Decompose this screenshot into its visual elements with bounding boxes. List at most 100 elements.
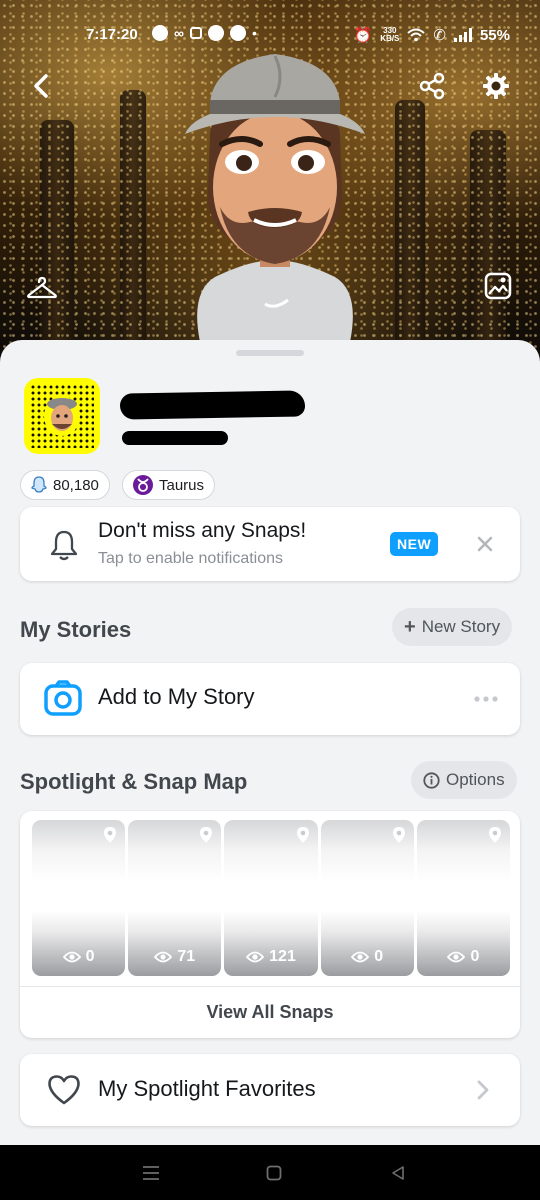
wifi-calling-icon: ✆ bbox=[433, 27, 446, 44]
map-pin-icon bbox=[392, 827, 405, 843]
options-label: Options bbox=[446, 770, 505, 789]
spotlight-options-button[interactable]: Options bbox=[411, 761, 517, 799]
bitmoji-avatar-image bbox=[185, 54, 365, 342]
display-name-redacted bbox=[119, 390, 306, 420]
profile-header: 7:17:20 ∞ • ⏰ 330 KB/S ✆ 55% bbox=[0, 0, 540, 370]
link-icon: ∞ bbox=[174, 25, 184, 41]
spotlight-snap-tile[interactable]: 0 bbox=[416, 820, 511, 976]
snapcode-avatar-icon bbox=[47, 398, 77, 431]
snap-views: 0 bbox=[321, 948, 414, 966]
map-pin-icon bbox=[489, 827, 502, 843]
map-pin-icon bbox=[104, 827, 117, 843]
sheet-grabber[interactable] bbox=[236, 350, 304, 356]
spotlight-snap-tile[interactable]: 0 bbox=[320, 820, 414, 976]
back-button[interactable] bbox=[22, 66, 62, 106]
more-horizontal-icon bbox=[474, 696, 498, 702]
eye-icon bbox=[351, 951, 370, 963]
home-button[interactable] bbox=[260, 1159, 288, 1187]
dismiss-notification-button[interactable] bbox=[472, 531, 498, 557]
spotlight-snap-tile[interactable]: 0 bbox=[32, 820, 126, 976]
status-time: 7:17:20 bbox=[86, 26, 138, 43]
share-profile-button[interactable] bbox=[412, 66, 452, 106]
home-square-icon bbox=[266, 1165, 282, 1181]
recents-button[interactable] bbox=[138, 1161, 164, 1185]
snap-view-count: 121 bbox=[269, 948, 296, 965]
snap-views: 0 bbox=[32, 948, 125, 966]
wifi-icon bbox=[407, 28, 426, 42]
map-pin-icon bbox=[296, 827, 309, 843]
username-redacted bbox=[122, 431, 228, 445]
status-notification-icons: ∞ • bbox=[152, 25, 257, 41]
chevron-right-icon bbox=[477, 1080, 489, 1100]
story-more-button[interactable] bbox=[468, 687, 504, 711]
bitmoji-avatar[interactable] bbox=[180, 42, 370, 342]
spotlight-heading: Spotlight & Snap Map bbox=[20, 769, 248, 794]
eye-icon bbox=[62, 951, 81, 963]
change-background-button[interactable] bbox=[478, 266, 518, 306]
system-navigation-bar bbox=[0, 1145, 540, 1200]
snap-views: 0 bbox=[417, 948, 510, 966]
more-notifications-icon: • bbox=[251, 25, 257, 41]
enable-notifications-card[interactable]: Don't miss any Snaps! Tap to enable noti… bbox=[20, 507, 520, 581]
snap-views: 121 bbox=[224, 948, 317, 966]
notification-subtitle: Tap to enable notifications bbox=[98, 550, 284, 567]
app-notification-icon bbox=[229, 25, 246, 41]
spotlight-snaps-row: 0 71 121 0 0 bbox=[32, 820, 511, 976]
back-nav-button[interactable] bbox=[384, 1159, 412, 1187]
zodiac-chip[interactable]: Taurus bbox=[122, 470, 216, 500]
view-all-snaps-button[interactable]: View All Snaps bbox=[20, 986, 520, 1038]
info-icon bbox=[423, 771, 440, 789]
snap-score-value: 80,180 bbox=[53, 476, 99, 494]
spotlight-snaps-card: 0 71 121 0 0 View All Snaps bbox=[20, 811, 520, 1038]
snap-views: 71 bbox=[128, 948, 221, 966]
chevron-left-icon bbox=[34, 74, 48, 98]
network-speed: 330 KB/S bbox=[380, 27, 399, 43]
share-icon bbox=[419, 72, 445, 100]
back-triangle-icon bbox=[392, 1166, 404, 1180]
settings-button[interactable] bbox=[476, 66, 516, 106]
close-icon bbox=[477, 536, 493, 552]
snap-score-ghost-icon bbox=[31, 476, 47, 493]
new-story-button[interactable]: + New Story bbox=[392, 608, 513, 646]
new-badge: NEW bbox=[390, 532, 439, 556]
bitmoji-wardrobe-button[interactable] bbox=[22, 268, 62, 308]
plus-icon: + bbox=[404, 615, 416, 638]
eye-icon bbox=[447, 951, 466, 963]
battery-level: 55% bbox=[479, 26, 510, 44]
gear-icon bbox=[483, 73, 509, 99]
bell-icon bbox=[50, 530, 78, 561]
network-speed-unit: KB/S bbox=[380, 34, 400, 43]
app-notification-icon bbox=[189, 27, 202, 39]
new-story-label: New Story bbox=[421, 617, 501, 636]
spotlight-snap-tile[interactable]: 121 bbox=[224, 820, 318, 976]
camera-icon bbox=[44, 680, 82, 716]
snap-score-chip[interactable]: 80,180 bbox=[20, 470, 110, 500]
snap-view-count: 71 bbox=[177, 948, 196, 965]
signal-icon bbox=[453, 28, 472, 42]
menu-icon bbox=[143, 1166, 159, 1180]
heart-icon bbox=[48, 1075, 80, 1105]
snapcode-bitmoji bbox=[44, 396, 80, 436]
snap-view-count: 0 bbox=[374, 948, 384, 965]
favorites-label: My Spotlight Favorites bbox=[98, 1076, 316, 1101]
add-to-my-story-card[interactable]: Add to My Story bbox=[20, 663, 520, 735]
status-system-icons: ⏰ 330 KB/S ✆ 55% bbox=[354, 26, 510, 45]
image-edit-icon bbox=[484, 272, 512, 300]
eye-icon bbox=[154, 951, 173, 963]
app-notification-icon bbox=[152, 25, 168, 41]
spotlight-favorites-card[interactable]: My Spotlight Favorites bbox=[20, 1054, 520, 1126]
notification-title: Don't miss any Snaps! bbox=[98, 519, 307, 542]
my-stories-heading: My Stories bbox=[20, 617, 132, 642]
snapcode[interactable] bbox=[24, 378, 100, 454]
snap-view-count: 0 bbox=[470, 948, 480, 965]
profile-sheet: 80,180 Taurus Don't miss any Snaps! Tap … bbox=[0, 340, 540, 1145]
zodiac-label: Taurus bbox=[159, 476, 205, 494]
snap-view-count: 0 bbox=[85, 948, 95, 965]
eye-icon bbox=[246, 951, 265, 963]
add-to-my-story-label: Add to My Story bbox=[98, 684, 255, 709]
hanger-icon bbox=[27, 276, 57, 299]
taurus-icon bbox=[133, 475, 153, 495]
map-pin-icon bbox=[200, 827, 213, 843]
spotlight-snap-tile[interactable]: 71 bbox=[128, 820, 222, 976]
whatsapp-icon bbox=[207, 25, 224, 41]
